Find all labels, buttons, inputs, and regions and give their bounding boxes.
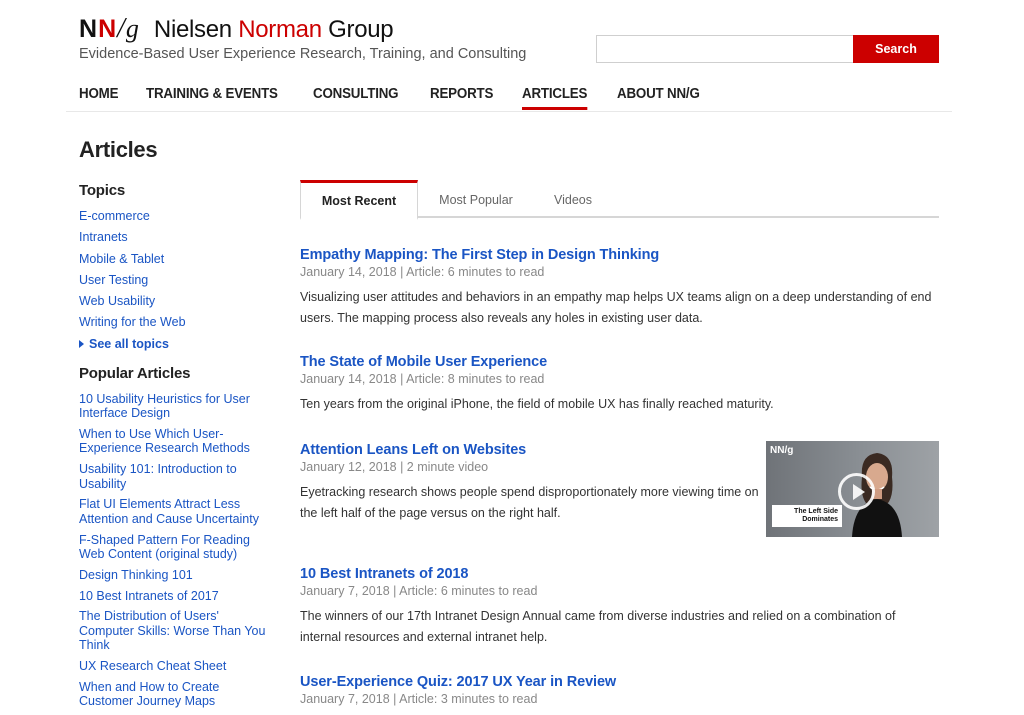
popular-link[interactable]: 10 Best Intranets of 2017	[79, 589, 274, 603]
see-all-topics-link[interactable]: See all topics	[79, 337, 274, 351]
video-caption: The Left Side Dominates	[772, 505, 842, 527]
popular-link[interactable]: The Distribution of Users' Computer Skil…	[79, 609, 274, 652]
article-description: Visualizing user attitudes and behaviors…	[300, 290, 932, 325]
tagline: Evidence-Based User Experience Research,…	[79, 46, 527, 62]
logo[interactable]: NN/g Nielsen Norman Group	[79, 13, 394, 44]
popular-link[interactable]: F-Shaped Pattern For Reading Web Content…	[79, 533, 274, 562]
tab-most-recent[interactable]: Most Recent	[300, 180, 418, 220]
popular-link[interactable]: When and How to Create Customer Journey …	[79, 680, 274, 709]
triangle-right-icon	[79, 339, 84, 348]
article-item: 10 Best Intranets of 2018 January 7, 201…	[300, 566, 939, 647]
article-description: Eyetracking research shows people spend …	[300, 485, 759, 520]
popular-link[interactable]: Flat UI Elements Attract Less Attention …	[79, 497, 274, 526]
search-button[interactable]: Search	[853, 35, 939, 63]
main-nav: HOME TRAINING & EVENTS CONSULTING REPORT…	[79, 86, 731, 112]
topic-link[interactable]: E-commerce	[79, 209, 274, 224]
article-title-link[interactable]: Empathy Mapping: The First Step in Desig…	[300, 247, 939, 263]
topic-link[interactable]: Web Usability	[79, 294, 274, 309]
article-item: Empathy Mapping: The First Step in Desig…	[300, 247, 939, 328]
article-meta: January 7, 2018 | Article: 3 minutes to …	[300, 692, 538, 706]
see-all-label: See all topics	[89, 336, 169, 351]
topic-link[interactable]: Mobile & Tablet	[79, 252, 274, 267]
tab-videos[interactable]: Videos	[532, 180, 614, 218]
article-description: The winners of our 17th Intranet Design …	[300, 609, 896, 644]
article-title-link[interactable]: The State of Mobile User Experience	[300, 354, 939, 370]
article-meta: January 7, 2018 | Article: 6 minutes to …	[300, 584, 538, 598]
nav-home[interactable]: HOME	[79, 86, 118, 112]
sidebar: Topics E-commerce Intranets Mobile & Tab…	[79, 182, 274, 715]
nav-consulting[interactable]: CONSULTING	[313, 86, 399, 112]
article-meta: January 14, 2018 | Article: 6 minutes to…	[300, 265, 545, 279]
topic-link[interactable]: User Testing	[79, 273, 274, 288]
article-title-link[interactable]: User-Experience Quiz: 2017 UX Year in Re…	[300, 674, 939, 690]
search-input[interactable]	[596, 35, 854, 63]
article-title-link[interactable]: 10 Best Intranets of 2018	[300, 566, 939, 582]
popular-link[interactable]: 10 Usability Heuristics for User Interfa…	[79, 392, 274, 421]
article-description: Ten years from the original iPhone, the …	[300, 397, 774, 411]
video-thumbnail[interactable]: NN/g The Left Side Dominates	[766, 441, 939, 537]
nng-logo-mark: NN/g	[79, 13, 140, 44]
brand-name: Nielsen Norman Group	[153, 16, 394, 43]
nav-articles[interactable]: ARTICLES	[522, 86, 588, 112]
article-meta: January 14, 2018 | Article: 8 minutes to…	[300, 372, 545, 386]
popular-link[interactable]: When to Use Which User-Experience Resear…	[79, 427, 274, 456]
site-header: NN/g Nielsen Norman Group Evidence-Based…	[0, 0, 1024, 112]
video-logo: NN/g	[770, 445, 794, 456]
popular-link[interactable]: Design Thinking 101	[79, 568, 274, 582]
popular-link[interactable]: Usability 101: Introduction to Usability	[79, 462, 274, 491]
page-title: Articles	[79, 137, 158, 162]
nav-divider	[66, 111, 952, 112]
nav-about[interactable]: ABOUT NN/G	[617, 86, 700, 112]
popular-heading: Popular Articles	[79, 364, 191, 382]
topic-link[interactable]: Writing for the Web	[79, 315, 274, 330]
play-icon[interactable]	[838, 473, 875, 510]
nav-reports[interactable]: REPORTS	[430, 86, 493, 112]
nav-training-events[interactable]: TRAINING & EVENTS	[146, 86, 278, 112]
tab-most-popular[interactable]: Most Popular	[418, 180, 534, 218]
topic-link[interactable]: Intranets	[79, 230, 274, 245]
popular-link[interactable]: UX Research Cheat Sheet	[79, 659, 274, 673]
article-item: User-Experience Quiz: 2017 UX Year in Re…	[300, 674, 939, 706]
article-item: The State of Mobile User Experience Janu…	[300, 354, 939, 415]
article-tabs: Most Recent Most Popular Videos	[300, 180, 939, 220]
topics-heading: Topics	[79, 182, 126, 199]
